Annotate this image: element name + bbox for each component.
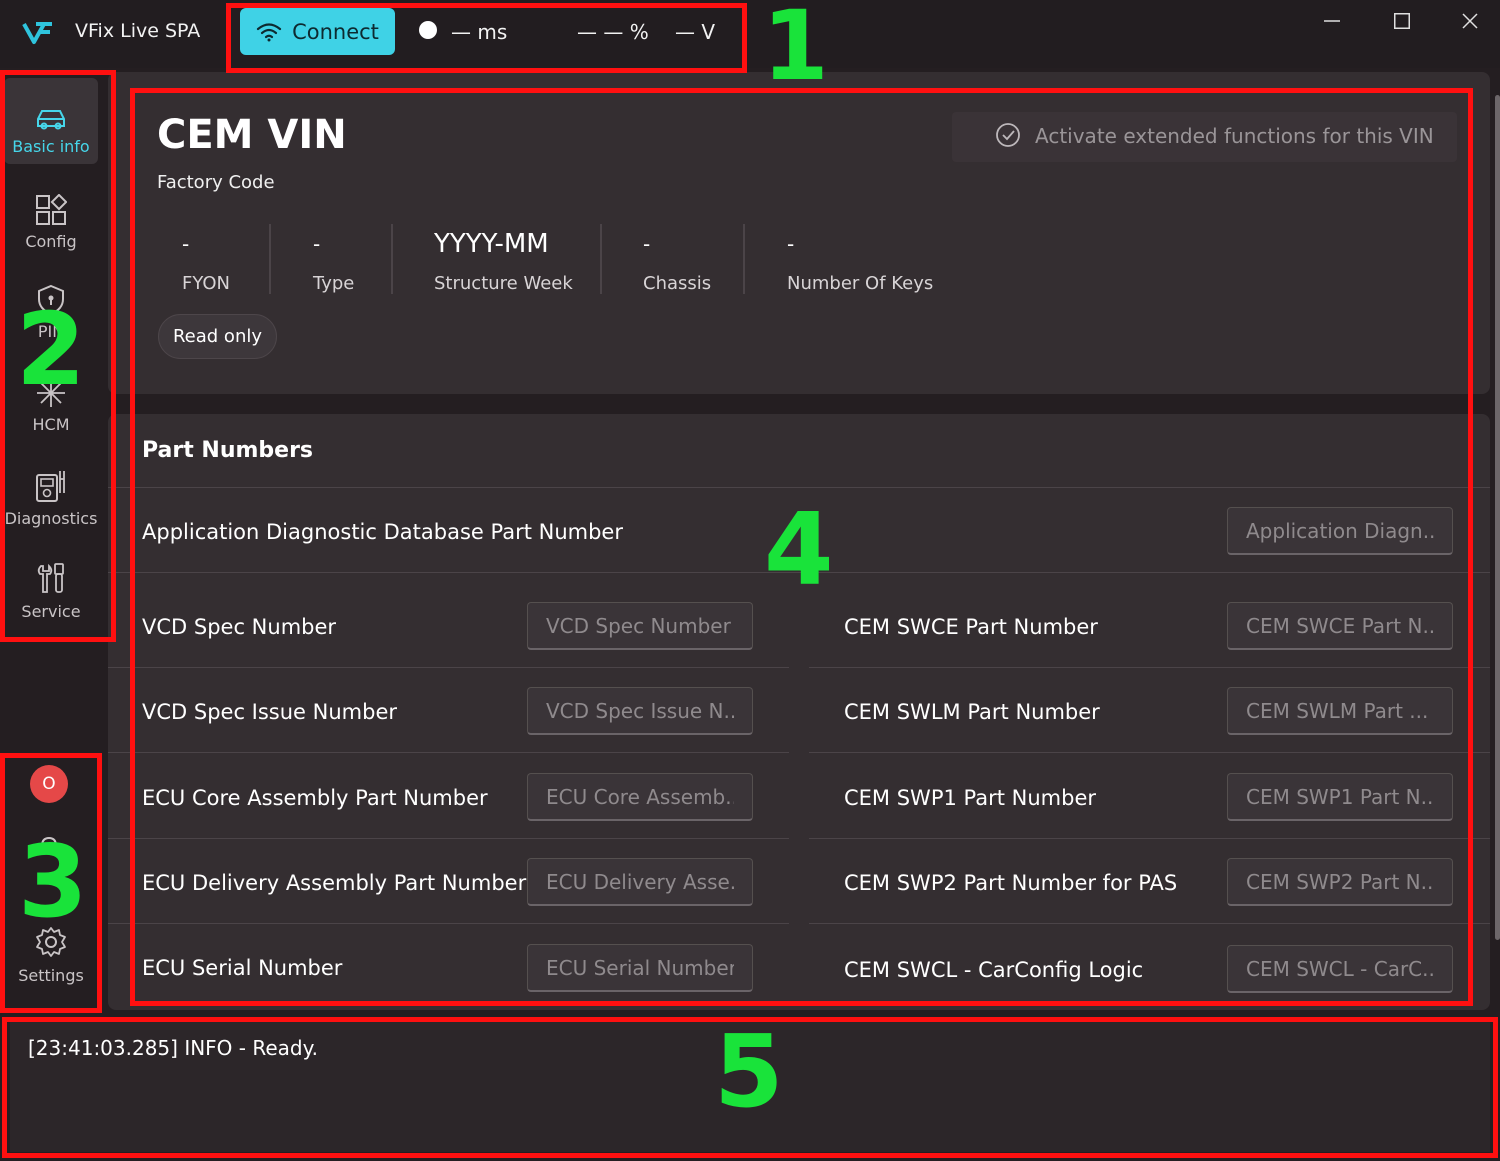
annotation-number-2: 2 [16,291,86,408]
scrollbar[interactable] [1495,95,1500,940]
annotation-number-3: 3 [18,823,88,940]
app-title: VFix Live SPA [75,20,201,42]
minimize-icon [1324,20,1340,22]
minimize-button[interactable] [1309,6,1355,36]
annotation-number-4: 4 [764,491,834,608]
annotation-number-5: 5 [714,1013,784,1130]
title-bar [0,0,1500,68]
maximize-button[interactable] [1379,6,1425,36]
annotation-number-1: 1 [762,0,829,102]
close-icon [1462,13,1478,29]
annotation-box-1 [226,3,747,73]
maximize-icon [1394,13,1410,29]
close-button[interactable] [1447,6,1493,36]
vfix-logo-icon [22,22,52,44]
